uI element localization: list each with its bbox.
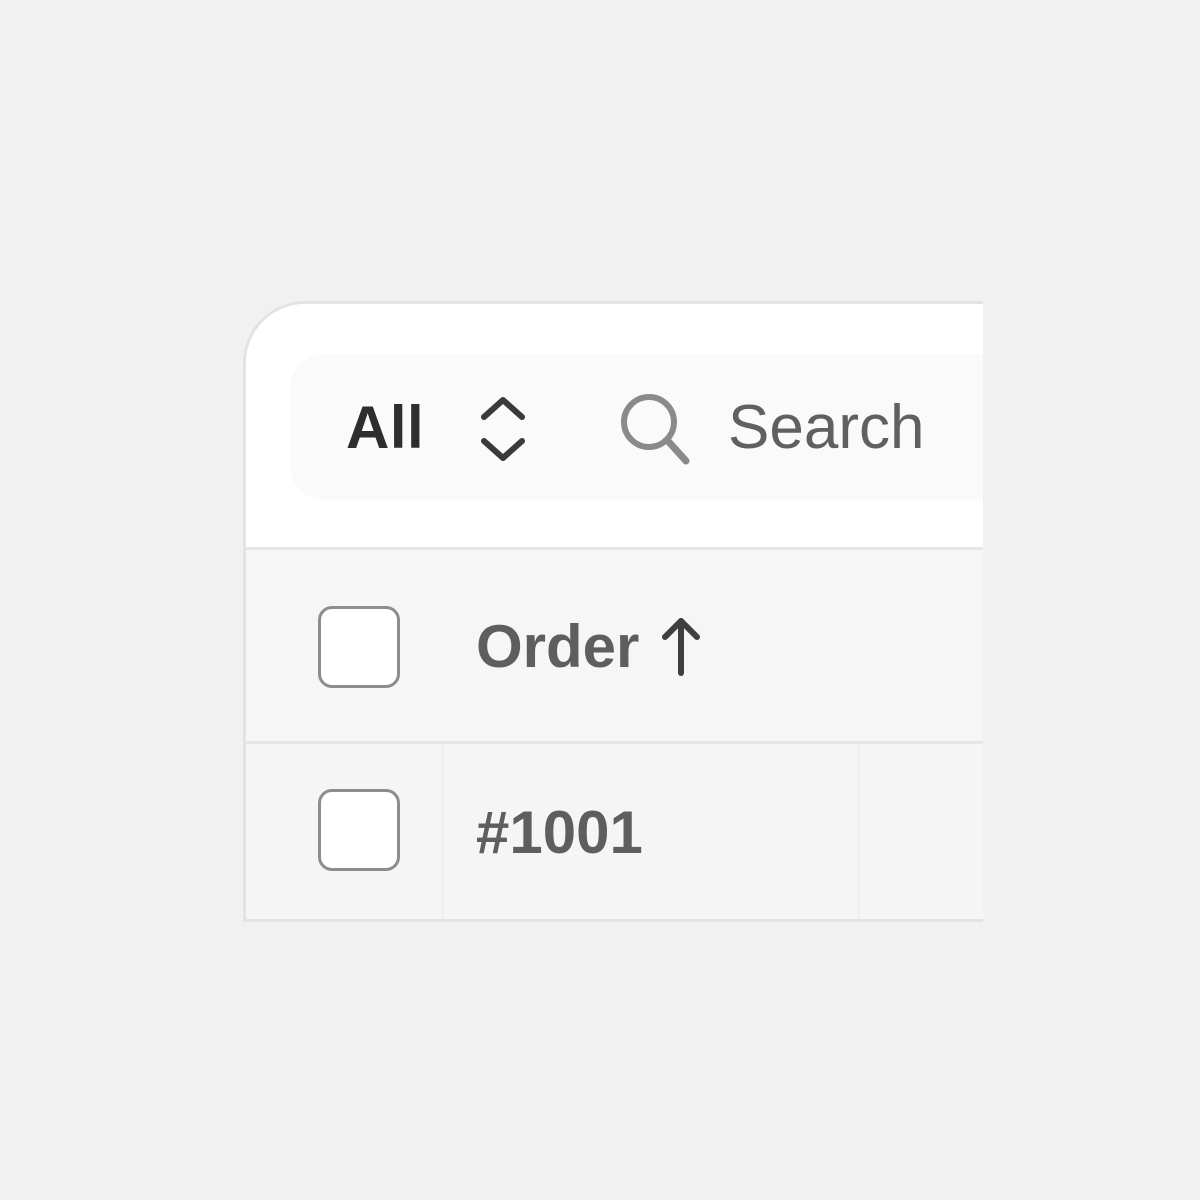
column-divider — [442, 744, 444, 919]
order-number: #1001 — [476, 798, 643, 866]
table-header-row: Order — [246, 547, 983, 741]
order-column-header[interactable]: Order — [476, 610, 703, 682]
arrow-up-icon — [662, 618, 701, 676]
order-number-cell[interactable]: #1001 — [476, 796, 643, 868]
order-column-label: Order — [476, 612, 640, 680]
filter-select[interactable]: All — [346, 392, 424, 462]
table-row[interactable]: #1001 — [246, 741, 983, 919]
search-icon — [621, 394, 690, 465]
chevron-up-down-icon[interactable] — [478, 392, 528, 466]
column-divider — [858, 744, 860, 919]
orders-table-card: All Order #1001 — [243, 301, 983, 922]
filter-select-value: All — [346, 393, 425, 461]
row-checkbox[interactable] — [318, 789, 400, 871]
search-input[interactable] — [728, 392, 983, 462]
table-toolbar: All — [246, 304, 983, 547]
select-all-checkbox[interactable] — [318, 606, 400, 688]
